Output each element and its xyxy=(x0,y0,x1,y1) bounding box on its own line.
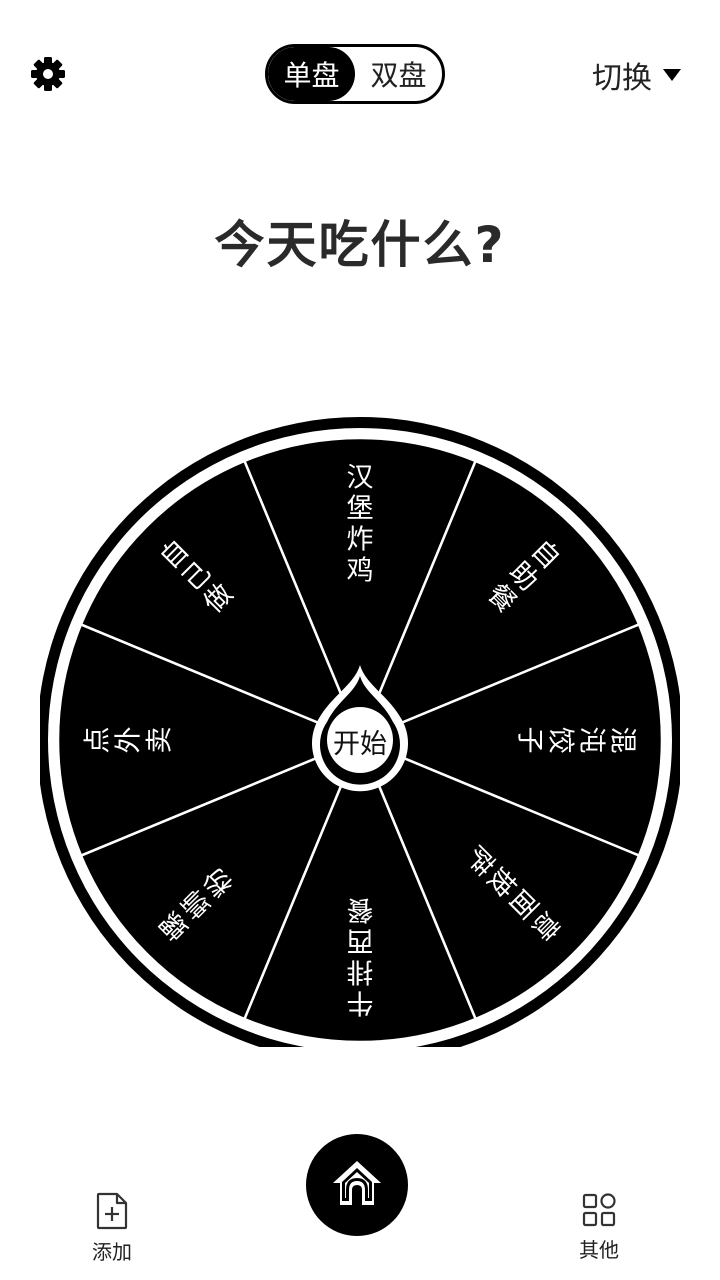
nav-add-label: 添加 xyxy=(92,1240,132,1264)
switch-dropdown-button[interactable]: 切换 xyxy=(592,52,682,98)
svg-text:汉: 汉 xyxy=(347,463,374,494)
svg-text:沌: 沌 xyxy=(576,727,607,754)
start-label: 开始 xyxy=(333,728,387,760)
add-file-icon xyxy=(67,1192,157,1230)
svg-text:点: 点 xyxy=(83,727,114,754)
gear-icon xyxy=(28,54,68,94)
svg-text:炸: 炸 xyxy=(347,525,374,556)
wheel-segment-label: 混沌饺子 xyxy=(514,727,638,754)
svg-text:卖: 卖 xyxy=(145,727,176,754)
mode-single-tab[interactable]: 单盘 xyxy=(268,47,355,101)
mode-toggle: 单盘 双盘 xyxy=(265,44,445,104)
nav-other-label: 其他 xyxy=(579,1238,619,1262)
svg-text:饺: 饺 xyxy=(545,727,576,754)
page-title: 今天吃什么? xyxy=(214,216,506,274)
nav-other-button[interactable]: 其他 xyxy=(554,1192,644,1263)
mode-double-tab[interactable]: 双盘 xyxy=(355,47,442,101)
svg-text:排: 排 xyxy=(347,956,374,987)
wheel-segment-label: 牛排西餐 xyxy=(347,894,374,1018)
home-button[interactable] xyxy=(306,1134,408,1236)
wheel-segment-label: 汉堡炸鸡 xyxy=(347,463,374,587)
caret-down-icon xyxy=(662,67,682,83)
svg-text:子: 子 xyxy=(514,727,545,754)
wheel-segment-label: 点外卖 xyxy=(83,727,176,754)
grid-icon xyxy=(554,1192,644,1228)
svg-text:混: 混 xyxy=(607,727,638,754)
settings-button[interactable] xyxy=(28,54,68,94)
svg-text:牛: 牛 xyxy=(347,987,374,1018)
page: 单盘 双盘 切换 今天吃什么? 汉堡炸鸡自助餐混沌饺子意面披萨牛排西餐螺蛳粉点外… xyxy=(0,0,720,1280)
svg-text:外: 外 xyxy=(114,727,145,754)
switch-label: 切换 xyxy=(592,61,652,96)
nav-add-button[interactable]: 添加 xyxy=(67,1192,157,1265)
svg-text:鸡: 鸡 xyxy=(347,556,374,587)
svg-text:餐: 餐 xyxy=(347,894,374,925)
home-icon xyxy=(330,1158,384,1212)
start-button[interactable]: 开始 xyxy=(307,699,413,783)
svg-text:西: 西 xyxy=(347,925,374,956)
svg-text:堡: 堡 xyxy=(347,494,374,525)
